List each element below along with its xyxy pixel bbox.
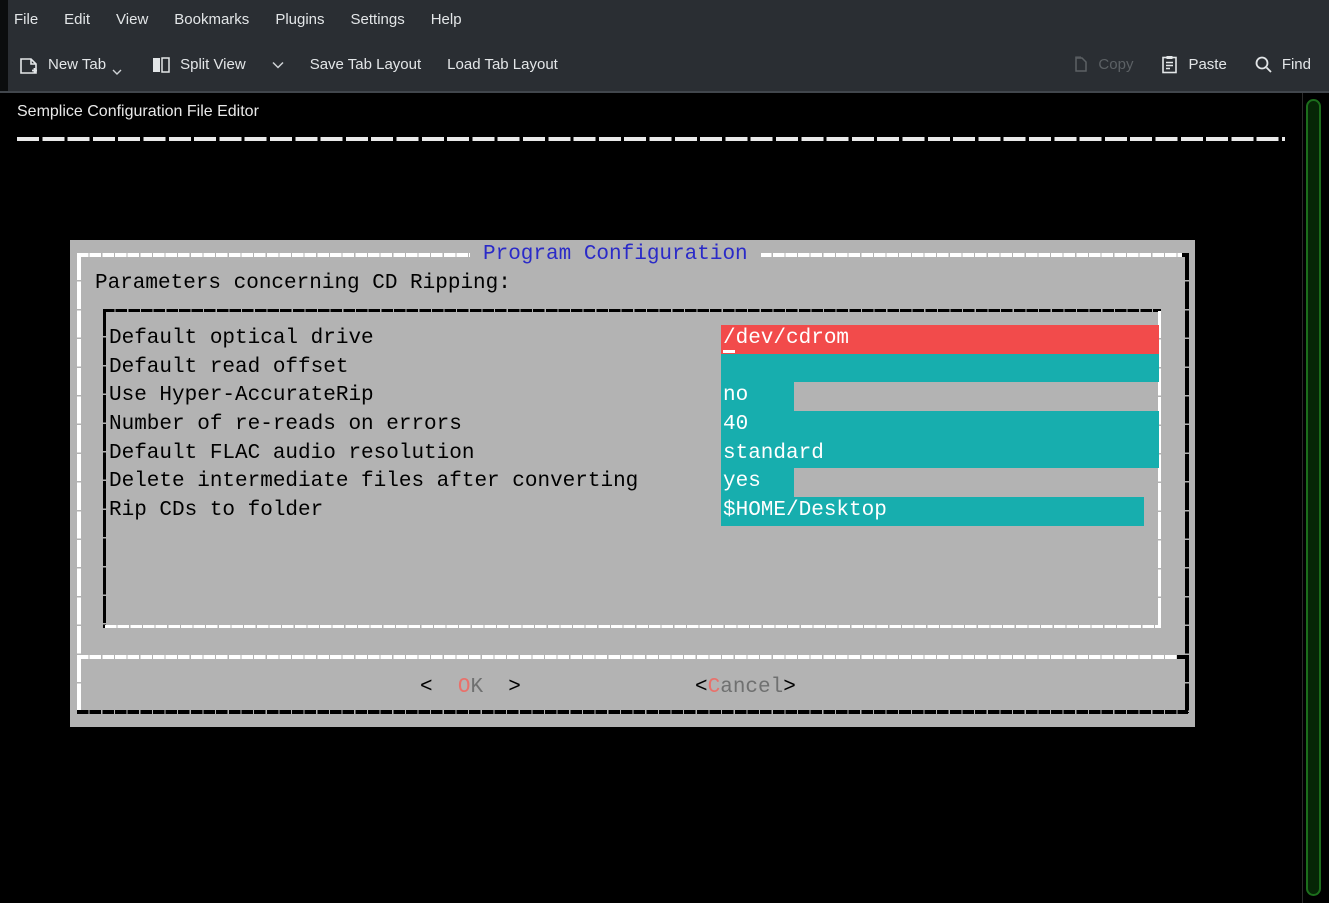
dialog-border-right	[1185, 253, 1189, 713]
new-tab-label: New Tab	[48, 56, 106, 73]
ok-rest: K	[470, 676, 483, 699]
form-box-border-bottom	[105, 625, 1161, 629]
load-tab-layout-button[interactable]: Load Tab Layout	[447, 56, 558, 73]
backtitle-rule	[17, 137, 1285, 141]
terminal-backtitle: Semplice Configuration File Editor	[17, 97, 259, 126]
menu-bookmarks[interactable]: Bookmarks	[174, 11, 249, 28]
field-label-rip-cds-to-folder: Rip CDs to folder	[109, 497, 323, 526]
field-input-rip-cds-to-folder[interactable]: $HOME/Desktop	[721, 497, 1144, 526]
menu-view[interactable]: View	[116, 11, 148, 28]
menu-edit[interactable]: Edit	[64, 11, 90, 28]
find-button[interactable]: Find	[1253, 54, 1311, 75]
paste-label: Paste	[1188, 56, 1226, 73]
toolbar: New Tab Split View	[0, 38, 1329, 93]
field-input-number-of-re-reads[interactable]: 40	[721, 411, 1159, 440]
dialog-button-row: < OK > <Cancel>	[70, 673, 1188, 702]
dialog-prompt: Parameters concerning CD Ripping:	[95, 269, 511, 298]
ok-button[interactable]: < OK >	[420, 673, 521, 702]
split-view-label: Split View	[180, 56, 246, 73]
dialog-title: Program Configuration	[470, 241, 761, 269]
ok-hotkey: O	[458, 676, 471, 699]
dialog-button-separator-corner	[1177, 655, 1188, 659]
menu-help[interactable]: Help	[431, 11, 462, 28]
paste-button[interactable]: Paste	[1159, 54, 1226, 75]
menu-bar: File Edit View Bookmarks Plugins Setting…	[0, 0, 1329, 38]
copy-icon	[1069, 54, 1090, 75]
dialog-border-bottom	[77, 710, 1188, 714]
new-tab-caret-icon[interactable]	[112, 69, 122, 75]
form-row: Rip CDs to folder $HOME/Desktop	[103, 497, 1161, 526]
menu-plugins[interactable]: Plugins	[275, 11, 324, 28]
field-input-delete-intermediate-files[interactable]: yes	[721, 468, 794, 497]
split-view-caret-icon[interactable]	[272, 57, 284, 72]
paste-icon	[1159, 54, 1180, 75]
field-label-default-flac-resolution: Default FLAC audio resolution	[109, 440, 474, 469]
dialog-button-separator	[77, 655, 1180, 659]
field-label-default-optical-drive: Default optical drive	[109, 325, 374, 354]
load-tab-layout-label: Load Tab Layout	[447, 56, 558, 73]
field-label-use-hyper-accuraterip: Use Hyper-AccurateRip	[109, 382, 374, 411]
field-input-default-flac-resolution[interactable]: standard	[721, 440, 1159, 469]
ok-open-bracket: <	[420, 676, 433, 699]
dialog-border-left	[77, 253, 81, 713]
terminal-scrollbar-thumb[interactable]	[1306, 99, 1321, 896]
find-label: Find	[1282, 56, 1311, 73]
field-label-number-of-re-reads: Number of re-reads on errors	[109, 411, 462, 440]
form-row: Use Hyper-AccurateRip no	[103, 382, 1161, 411]
form-box: Default optical drive /dev/cdrom Default…	[103, 309, 1161, 628]
save-tab-layout-button[interactable]: Save Tab Layout	[310, 56, 421, 73]
copy-button: Copy	[1069, 54, 1133, 75]
form-row: Number of re-reads on errors 40	[103, 411, 1161, 440]
copy-label: Copy	[1098, 56, 1133, 73]
text-cursor	[723, 350, 735, 353]
scrollbar-divider	[1302, 93, 1303, 903]
form-row: Default FLAC audio resolution standard	[103, 440, 1161, 469]
menu-file[interactable]: File	[14, 11, 38, 28]
new-tab-icon	[18, 54, 40, 76]
save-tab-layout-label: Save Tab Layout	[310, 56, 421, 73]
field-input-default-optical-drive[interactable]: /dev/cdrom	[721, 325, 1159, 354]
new-tab-button[interactable]: New Tab	[18, 54, 124, 76]
split-view-button[interactable]: Split View	[150, 54, 246, 76]
split-view-icon	[150, 54, 172, 76]
program-configuration-dialog: Program Configuration Parameters concern…	[70, 240, 1195, 727]
cancel-hotkey: C	[708, 676, 721, 699]
cancel-open-bracket: <	[695, 676, 708, 699]
form-row: Delete intermediate files after converti…	[103, 468, 1161, 497]
field-input-default-read-offset[interactable]	[721, 354, 1159, 383]
window-chrome: File Edit View Bookmarks Plugins Setting…	[0, 0, 1329, 93]
field-label-default-read-offset: Default read offset	[109, 354, 348, 383]
cancel-button[interactable]: <Cancel>	[695, 673, 796, 702]
field-input-use-hyper-accuraterip[interactable]: no	[721, 382, 794, 411]
form-row: Default optical drive /dev/cdrom	[103, 325, 1161, 354]
find-icon	[1253, 54, 1274, 75]
field-label-delete-intermediate-files: Delete intermediate files after converti…	[109, 468, 638, 497]
ok-close-bracket: >	[508, 676, 521, 699]
menu-settings[interactable]: Settings	[351, 11, 405, 28]
form-box-border-top	[103, 309, 1161, 312]
cancel-close-bracket: >	[783, 676, 796, 699]
form-row: Default read offset	[103, 354, 1161, 383]
cancel-rest: ancel	[720, 676, 783, 699]
